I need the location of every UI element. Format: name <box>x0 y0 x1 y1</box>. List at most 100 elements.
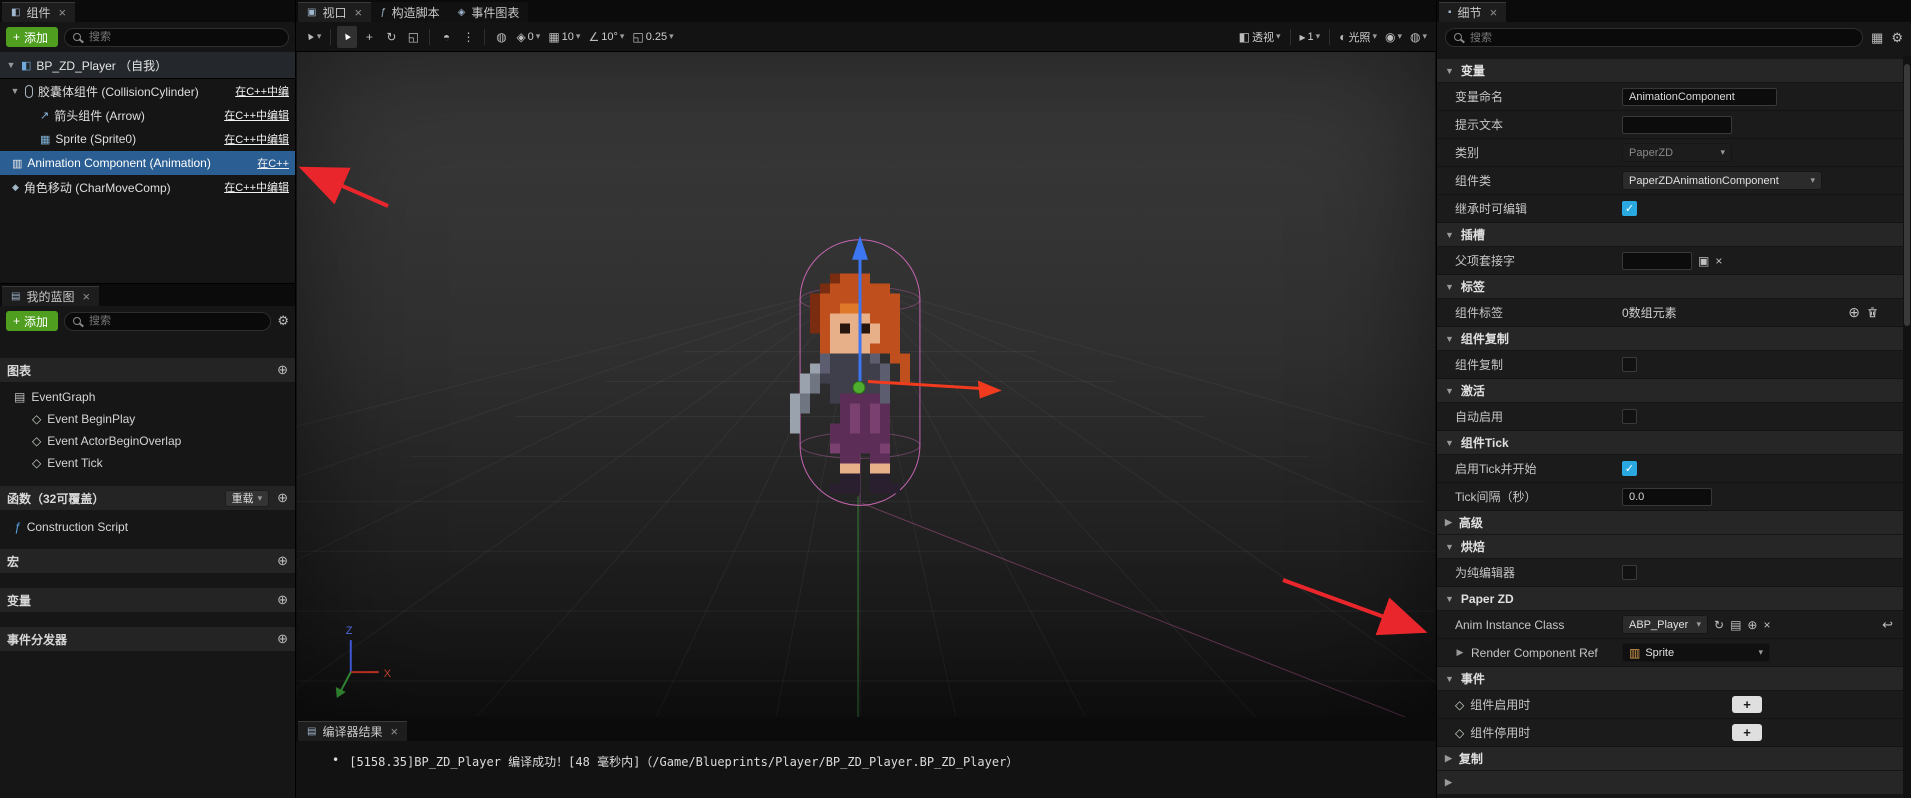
trash-icon[interactable] <box>1866 306 1879 319</box>
add-graph-icon[interactable]: ⊕ <box>277 362 288 378</box>
graphs-section-header[interactable]: 图表 ⊕ <box>0 358 295 382</box>
components-search-input[interactable] <box>65 31 288 43</box>
component-row-capsule[interactable]: ▼ 胶囊体组件 (CollisionCylinder) 在C++中编 <box>0 79 295 103</box>
toolbar-overflow-button[interactable]: ⋮ <box>458 26 478 48</box>
expander-icon[interactable]: ▶ <box>1445 777 1452 788</box>
section-cooking[interactable]: ▼ 烘焙 <box>1437 535 1903 559</box>
tab-details[interactable]: ▪ 细节 × <box>1439 2 1506 22</box>
edit-in-cpp-link[interactable]: 在C++中编辑 <box>224 131 289 147</box>
dispatchers-section-header[interactable]: 事件分发器 ⊕ <box>0 627 295 651</box>
eventgraph-item[interactable]: ▤ EventGraph <box>0 386 295 408</box>
show-flags-dropdown[interactable]: ◉ ▾ <box>1382 26 1405 48</box>
scale-snap-dropdown[interactable]: ◱ 0.25 ▾ <box>629 26 676 48</box>
add-macro-icon[interactable]: ⊕ <box>277 553 288 569</box>
component-root-row[interactable]: ▼ ◧ BP_ZD_Player （自我） <box>0 52 295 79</box>
section-replication[interactable]: ▶ 复制 <box>1437 747 1903 771</box>
grid-snap-dropdown[interactable]: ▦ 10 ▾ <box>545 26 583 48</box>
parent-socket-input[interactable] <box>1622 252 1692 270</box>
close-icon[interactable]: × <box>354 5 362 20</box>
expander-icon[interactable]: ▶ <box>1445 753 1452 764</box>
functions-section-header[interactable]: 函数（32可覆盖） 重载 ▾ ⊕ <box>0 486 295 510</box>
variables-section-header[interactable]: 变量 ⊕ <box>0 588 295 612</box>
surface-snap-button[interactable]: ◓ <box>436 26 456 48</box>
details-scrollbar[interactable] <box>1903 56 1911 798</box>
add-event-button[interactable]: + <box>1732 696 1762 713</box>
gizmo-origin[interactable] <box>853 382 865 394</box>
rotation-snap-dropdown[interactable]: ∠ 10° ▾ <box>585 26 627 48</box>
move-tool-button[interactable]: + <box>359 26 379 48</box>
macros-section-header[interactable]: 宏 ⊕ <box>0 549 295 573</box>
tab-components[interactable]: ◧ 组件 × <box>2 2 75 22</box>
preview-effects-dropdown[interactable]: ◍ ▾ <box>1407 26 1430 48</box>
tab-compiler-results[interactable]: ▤ 编译器结果 × <box>298 721 407 741</box>
render-component-ref-select[interactable]: ▥ Sprite ▾ <box>1622 643 1770 662</box>
gear-icon[interactable]: ⚙ <box>277 313 289 329</box>
section-advanced[interactable]: ▶ 高级 <box>1437 511 1903 535</box>
world-space-button[interactable]: ◍ <box>491 26 511 48</box>
close-icon[interactable]: × <box>82 289 90 304</box>
expander-icon[interactable]: ▼ <box>1445 334 1454 344</box>
section-clipped[interactable]: ▶ <box>1437 771 1903 795</box>
override-dropdown[interactable]: 重载 ▾ <box>225 490 270 507</box>
add-array-element-icon[interactable]: ⊕ <box>1848 304 1860 321</box>
browse-asset-icon[interactable]: ▤ <box>1730 618 1741 632</box>
my-blueprint-search-input[interactable] <box>65 315 270 327</box>
tick-enabled-checkbox[interactable] <box>1622 461 1637 476</box>
expander-icon[interactable]: ▶ <box>1445 517 1452 528</box>
expander-icon[interactable]: ▼ <box>1445 542 1454 552</box>
section-events[interactable]: ▼ 事件 <box>1437 667 1903 691</box>
section-component-replication[interactable]: ▼ 组件复制 <box>1437 327 1903 351</box>
edit-in-cpp-link[interactable]: 在C++中编辑 <box>224 179 289 195</box>
expander-icon[interactable]: ▼ <box>1445 674 1454 684</box>
scrollbar-thumb[interactable] <box>1904 64 1910 326</box>
event-tick-item[interactable]: ◇ Event Tick <box>0 452 295 474</box>
edit-in-cpp-link[interactable]: 在C++中编辑 <box>224 107 289 123</box>
expander-icon[interactable]: ▼ <box>1445 594 1454 604</box>
viewport-3d[interactable]: Z X <box>296 52 1436 717</box>
details-search-input[interactable] <box>1446 32 1862 44</box>
scale-tool-button[interactable]: ◱ <box>403 26 423 48</box>
tab-event-graph[interactable]: ◈ 事件图表 <box>449 2 529 22</box>
camera-speed-dropdown[interactable]: ▸ 1 ▾ <box>1297 26 1324 48</box>
expander-icon[interactable]: ▼ <box>1445 66 1454 76</box>
component-row-sprite[interactable]: ▦ Sprite (Sprite0) 在C++中编辑 <box>0 127 295 151</box>
auto-activate-checkbox[interactable] <box>1622 409 1637 424</box>
tab-my-blueprint[interactable]: ▤ 我的蓝图 × <box>2 286 99 306</box>
section-activation[interactable]: ▼ 激活 <box>1437 379 1903 403</box>
edit-in-cpp-link[interactable]: 在C++中编 <box>235 83 289 99</box>
anim-instance-class-select[interactable]: ABP_Player ▾ <box>1622 615 1708 634</box>
clear-icon[interactable]: × <box>1715 254 1722 268</box>
add-blueprint-item-button[interactable]: + 添加 <box>6 311 58 331</box>
component-class-select[interactable]: PaperZDAnimationComponent ▾ <box>1622 171 1822 190</box>
reset-to-default-icon[interactable]: ↩ <box>1882 617 1893 633</box>
details-search[interactable] <box>1445 28 1863 47</box>
socket-picker-icon[interactable]: ▣ <box>1698 254 1709 268</box>
editable-when-inherited-checkbox[interactable] <box>1622 201 1637 216</box>
construction-script-item[interactable]: ƒ Construction Script <box>0 516 295 538</box>
cursor-mode-button[interactable]: ▲ ▾ <box>302 26 324 48</box>
editor-only-checkbox[interactable] <box>1622 565 1637 580</box>
section-paper-zd[interactable]: ▼ Paper ZD <box>1437 587 1903 611</box>
section-sockets[interactable]: ▼ 插槽 <box>1437 223 1903 247</box>
rotate-tool-button[interactable]: ↻ <box>381 26 401 48</box>
component-replicates-checkbox[interactable] <box>1622 357 1637 372</box>
clear-icon[interactable]: × <box>1763 618 1770 632</box>
expander-icon[interactable]: ▼ <box>1445 282 1454 292</box>
select-tool-button[interactable]: ▲ <box>337 26 357 48</box>
use-selected-asset-icon[interactable]: ↻ <box>1714 618 1724 632</box>
components-search[interactable] <box>64 28 289 47</box>
expander-icon[interactable]: ▼ <box>6 60 16 70</box>
close-icon[interactable]: × <box>390 724 398 739</box>
expander-icon[interactable]: ▼ <box>10 86 20 96</box>
gear-icon[interactable]: ⚙ <box>1891 30 1903 46</box>
display-filter-icon[interactable]: ▦ <box>1871 30 1883 46</box>
tab-viewport[interactable]: ▣ 视口 × <box>298 2 371 22</box>
event-beginplay-item[interactable]: ◇ Event BeginPlay <box>0 408 295 430</box>
surface-snap-value-dropdown[interactable]: ◈ 0 ▾ <box>513 26 543 48</box>
add-component-button[interactable]: + 添加 <box>6 27 58 47</box>
event-actorbeginoverlap-item[interactable]: ◇ Event ActorBeginOverlap <box>0 430 295 452</box>
add-function-icon[interactable]: ⊕ <box>277 490 288 506</box>
expander-icon[interactable]: ▼ <box>1445 438 1454 448</box>
perspective-dropdown[interactable]: ◧ 透视 ▾ <box>1236 26 1284 48</box>
lit-mode-dropdown[interactable]: ◐ 光照 ▾ <box>1336 26 1380 48</box>
